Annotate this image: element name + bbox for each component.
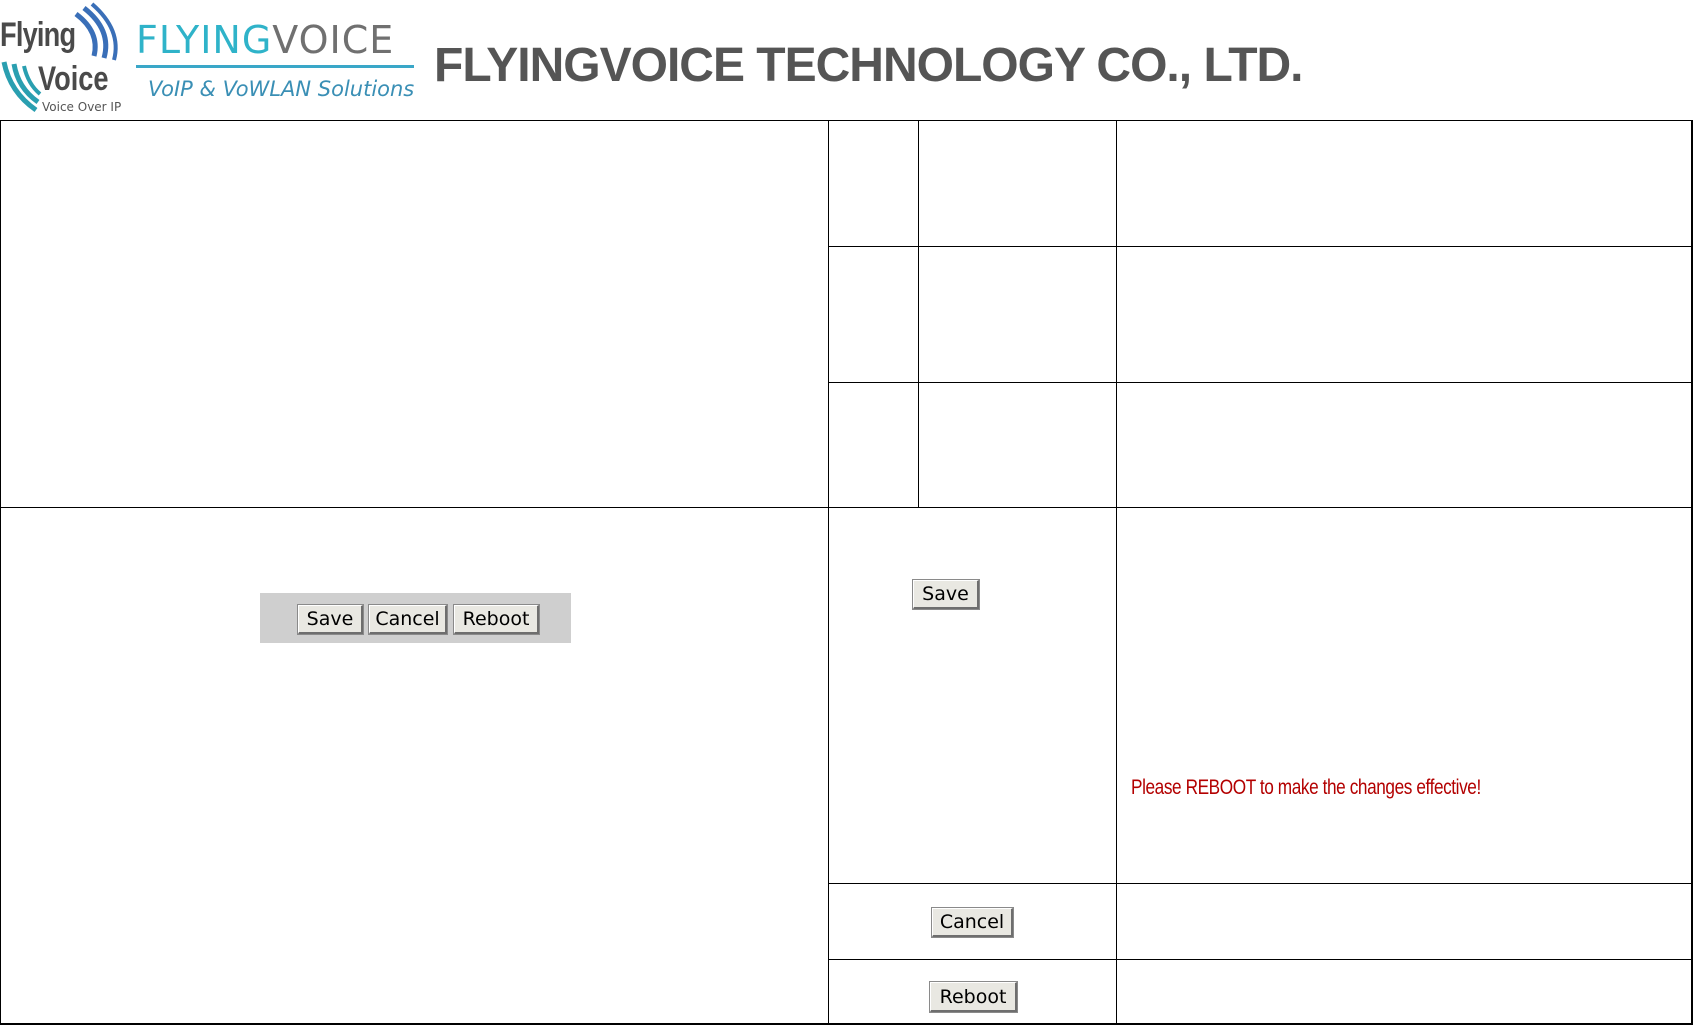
table-row-divider-4 <box>828 883 1693 884</box>
brand-name-part2: VOICE <box>272 18 395 62</box>
bar-reboot-button[interactable]: Reboot <box>453 604 540 635</box>
reboot-button[interactable]: Reboot <box>929 981 1018 1013</box>
brand-tagline: VoIP & VoWLAN Solutions <box>148 77 415 101</box>
table-border-left <box>0 120 1 1025</box>
table-col-divider-2 <box>918 120 919 508</box>
table-row-divider-2 <box>828 382 1693 383</box>
cancel-button[interactable]: Cancel <box>931 907 1014 938</box>
brand-logo: FLYINGVOICE VoIP & VoWLAN Solutions <box>136 18 416 108</box>
bar-save-button[interactable]: Save <box>297 604 364 635</box>
brand-name: FLYINGVOICE <box>136 18 394 62</box>
save-button[interactable]: Save <box>912 579 980 610</box>
button-bar-screenshot: Save Cancel Reboot <box>260 593 571 643</box>
table-row-divider-1 <box>828 246 1693 247</box>
reboot-notice: Please REBOOT to make the changes effect… <box>1131 776 1481 799</box>
table-col-divider-3 <box>1116 120 1117 1025</box>
table-row-divider-3 <box>0 507 1693 508</box>
table-row-divider-5 <box>828 959 1693 960</box>
company-name: FLYINGVOICE TECHNOLOGY CO., LTD. <box>434 39 1304 92</box>
table-border-top <box>0 120 1693 121</box>
logo-word-voice: Voice <box>38 60 109 98</box>
logo-word-flying: Flying <box>0 16 76 54</box>
brand-name-part1: FLYING <box>136 18 273 62</box>
flyingvoice-logo: Flying Voice Voice Over IP <box>0 0 125 118</box>
brand-underline <box>136 65 414 68</box>
table-col-divider-1 <box>828 120 829 1025</box>
logo-subtitle: Voice Over IP <box>42 100 122 114</box>
bar-cancel-button[interactable]: Cancel <box>368 604 448 635</box>
